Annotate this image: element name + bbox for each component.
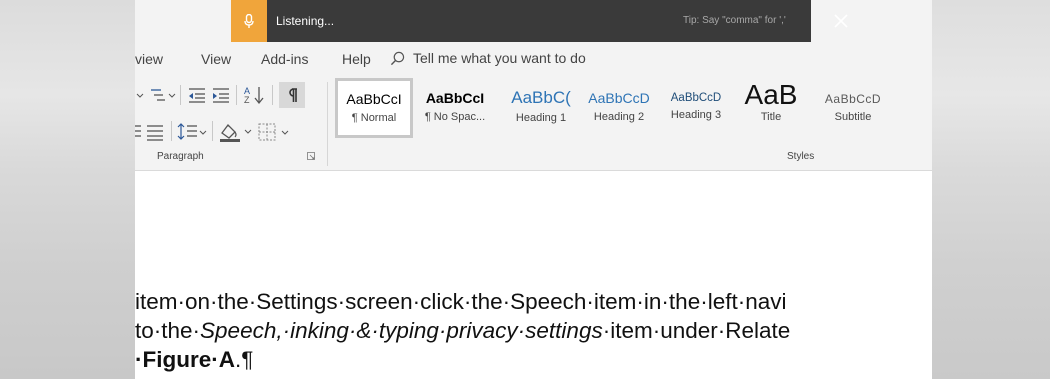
decrease-indent-icon[interactable] bbox=[187, 86, 207, 104]
tell-me-search[interactable]: Tell me what you want to do bbox=[390, 50, 586, 66]
background-left bbox=[0, 0, 135, 379]
title-bar: Listening... Tip: Say "comma" for ',' bbox=[135, 0, 932, 42]
align-justify-icon[interactable] bbox=[135, 123, 165, 141]
style-heading-1[interactable]: AaBbC( Heading 1 bbox=[505, 80, 577, 134]
styles-group-label: Styles bbox=[787, 151, 815, 162]
borders-icon[interactable] bbox=[257, 122, 293, 142]
document-line-2: to·the·Speech,·inking·&·typing·privacy·s… bbox=[135, 318, 791, 343]
shading-icon[interactable] bbox=[218, 121, 254, 143]
tab-view[interactable]: View bbox=[201, 51, 231, 67]
show-formatting-button[interactable] bbox=[279, 82, 305, 108]
style-no-spacing[interactable]: AaBbCcI ¶ No Spac... bbox=[419, 80, 491, 134]
dictation-status: Listening... bbox=[276, 14, 335, 28]
document-body[interactable]: item·on·the·Settings·screen·click·the·Sp… bbox=[135, 171, 932, 379]
increase-indent-icon[interactable] bbox=[211, 86, 231, 104]
ribbon: A Z Paragraph AaBbCcI ¶ Normal AaBbCcI ¶… bbox=[135, 76, 932, 171]
document-line-3: ·Figure·A.¶ bbox=[135, 347, 254, 372]
microphone-icon bbox=[244, 13, 254, 28]
dictation-close-button[interactable] bbox=[829, 9, 853, 33]
style-heading-2[interactable]: AaBbCcD Heading 2 bbox=[583, 80, 655, 134]
tab-help[interactable]: Help bbox=[342, 51, 371, 67]
tab-add-ins[interactable]: Add-ins bbox=[261, 51, 308, 67]
style-subtitle[interactable]: AaBbCcD Subtitle bbox=[811, 80, 895, 134]
tell-me-text: Tell me what you want to do bbox=[413, 50, 586, 66]
dictation-tip: Tip: Say "comma" for ',' bbox=[683, 15, 786, 26]
line-spacing-icon[interactable] bbox=[177, 122, 207, 142]
style-heading-3[interactable]: AaBbCcD Heading 3 bbox=[660, 80, 732, 134]
emphasized-text: Speech,·inking·&·typing·privacy·settings bbox=[200, 318, 603, 343]
style-title[interactable]: AaB Title bbox=[735, 80, 807, 134]
document-line-1: item·on·the·Settings·screen·click·the·Sp… bbox=[135, 289, 787, 314]
word-window: Listening... Tip: Say "comma" for ',' vi… bbox=[135, 0, 932, 379]
style-normal[interactable]: AaBbCcI ¶ Normal bbox=[335, 78, 413, 138]
search-icon bbox=[390, 51, 405, 65]
figure-reference: ·Figure·A bbox=[135, 347, 235, 372]
background-right bbox=[932, 0, 1050, 379]
paragraph-dialog-launcher-icon[interactable] bbox=[307, 152, 315, 160]
ribbon-tabs: view View Add-ins Help Tell me what you … bbox=[135, 42, 932, 76]
multilevel-list-icon[interactable] bbox=[135, 86, 179, 104]
microphone-button[interactable] bbox=[231, 0, 267, 42]
styles-gallery: AaBbCcI ¶ Normal AaBbCcI ¶ No Spac... Aa… bbox=[335, 78, 932, 140]
close-icon bbox=[834, 14, 848, 28]
tab-review[interactable]: view bbox=[135, 51, 163, 67]
svg-text:Z: Z bbox=[244, 95, 250, 105]
paragraph-group-label: Paragraph bbox=[157, 151, 204, 162]
group-divider bbox=[327, 82, 328, 166]
sort-icon[interactable]: A Z bbox=[243, 85, 267, 105]
pilcrow-icon bbox=[289, 88, 297, 102]
